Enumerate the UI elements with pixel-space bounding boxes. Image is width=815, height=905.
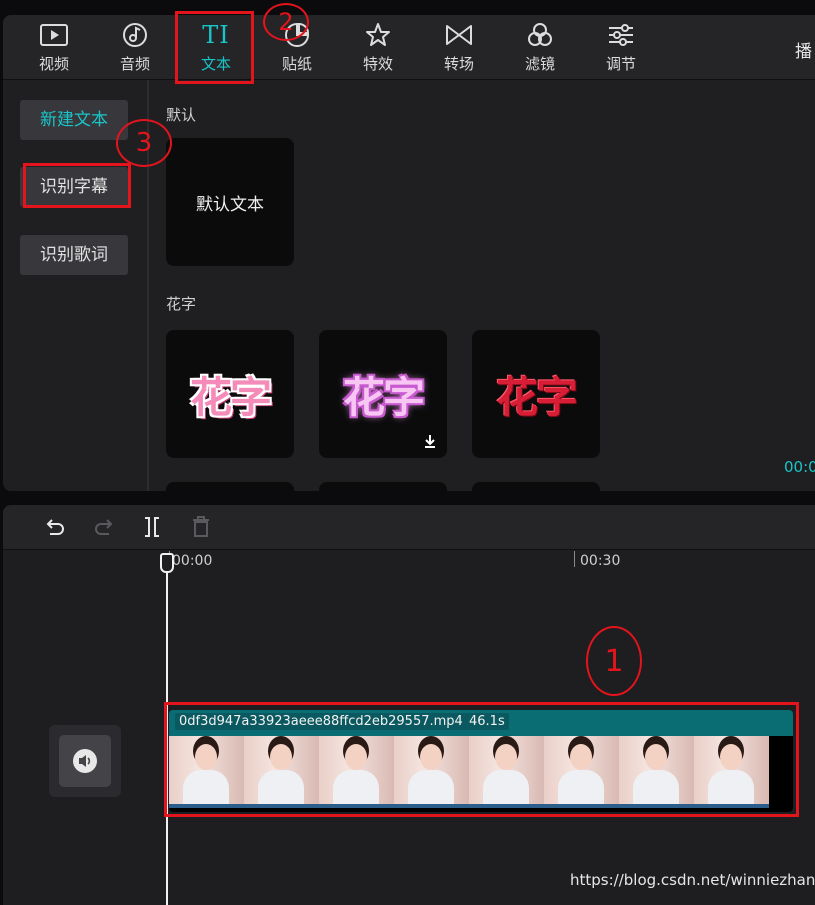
tab-transition[interactable]: 转场 bbox=[419, 15, 499, 79]
annotation-marker-2: 2 bbox=[263, 3, 309, 41]
tick-label: 00:30 bbox=[580, 553, 621, 569]
effects-icon bbox=[338, 21, 418, 49]
split-icon[interactable] bbox=[140, 515, 164, 539]
watermark-text: https://blog.csdn.net/winniezhang bbox=[570, 871, 815, 889]
video-icon bbox=[14, 21, 94, 49]
tab-audio[interactable]: 音频 bbox=[95, 15, 175, 79]
material-panel: 视频 音频 TI 文本 贴纸 特效 转场 滤镜 调节 新建文本 识别字幕 识别歌… bbox=[3, 15, 789, 491]
tab-adjust-label: 调节 bbox=[605, 55, 636, 73]
huazi-card-partial[interactable] bbox=[319, 482, 447, 491]
tab-sticker-label: 贴纸 bbox=[281, 55, 312, 73]
tab-video[interactable]: 视频 bbox=[14, 15, 94, 79]
tab-filter-label: 滤镜 bbox=[524, 55, 555, 73]
tab-filter[interactable]: 滤镜 bbox=[500, 15, 580, 79]
annotation-box-text-tab bbox=[175, 11, 254, 84]
adjust-icon bbox=[581, 21, 661, 49]
delete-icon[interactable] bbox=[189, 515, 213, 539]
huazi-card-purple[interactable]: 花字 bbox=[319, 330, 447, 458]
media-toolbar: 视频 音频 TI 文本 贴纸 特效 转场 滤镜 调节 bbox=[3, 15, 789, 80]
filter-icon bbox=[500, 21, 580, 49]
tick-label: 00:00 bbox=[172, 553, 213, 569]
annotation-box-subtitles bbox=[23, 163, 131, 208]
new-text-button[interactable]: 新建文本 bbox=[20, 100, 128, 140]
timeline-toolbar bbox=[3, 505, 815, 550]
annotation-marker-1: 1 bbox=[586, 626, 642, 696]
recognize-lyrics-button[interactable]: 识别歌词 bbox=[20, 235, 128, 275]
default-text-card[interactable]: 默认文本 bbox=[166, 138, 294, 266]
tab-audio-label: 音频 bbox=[119, 55, 150, 73]
huazi-card-red[interactable]: 花字 bbox=[472, 330, 600, 458]
huazi-preview: 花字 bbox=[189, 372, 272, 422]
playhead-handle[interactable] bbox=[160, 553, 174, 573]
player-title: 播 bbox=[795, 42, 812, 62]
track-audio-control bbox=[49, 725, 121, 797]
player-timecode: 00:0 bbox=[784, 458, 815, 476]
tab-transition-label: 转场 bbox=[443, 55, 474, 73]
tab-effects[interactable]: 特效 bbox=[338, 15, 418, 79]
default-text-label: 默认文本 bbox=[196, 194, 264, 215]
audio-icon bbox=[95, 21, 175, 49]
undo-icon[interactable] bbox=[44, 515, 68, 539]
text-library: 默认 默认文本 花字 花字 花字 花字 bbox=[149, 80, 789, 491]
time-ruler[interactable]: 00:00 00:30 bbox=[3, 551, 815, 583]
tab-video-label: 视频 bbox=[38, 55, 69, 73]
redo-icon[interactable] bbox=[91, 515, 115, 539]
download-icon[interactable] bbox=[423, 434, 437, 448]
player-panel: 播 00:0 bbox=[773, 15, 815, 491]
annotation-marker-3: 3 bbox=[116, 119, 172, 167]
huazi-card-pink[interactable]: 花字 bbox=[166, 330, 294, 458]
default-section-title: 默认 bbox=[166, 106, 197, 124]
transition-icon bbox=[419, 21, 499, 49]
huazi-card-partial[interactable] bbox=[166, 482, 294, 491]
tick-mark bbox=[574, 551, 575, 567]
annotation-box-clip bbox=[164, 702, 799, 817]
huazi-section-title: 花字 bbox=[166, 295, 197, 313]
tab-adjust[interactable]: 调节 bbox=[581, 15, 661, 79]
huazi-preview: 花字 bbox=[495, 372, 578, 422]
speaker-icon[interactable] bbox=[59, 735, 111, 787]
tab-effects-label: 特效 bbox=[362, 55, 393, 73]
huazi-card-partial[interactable] bbox=[472, 482, 600, 491]
